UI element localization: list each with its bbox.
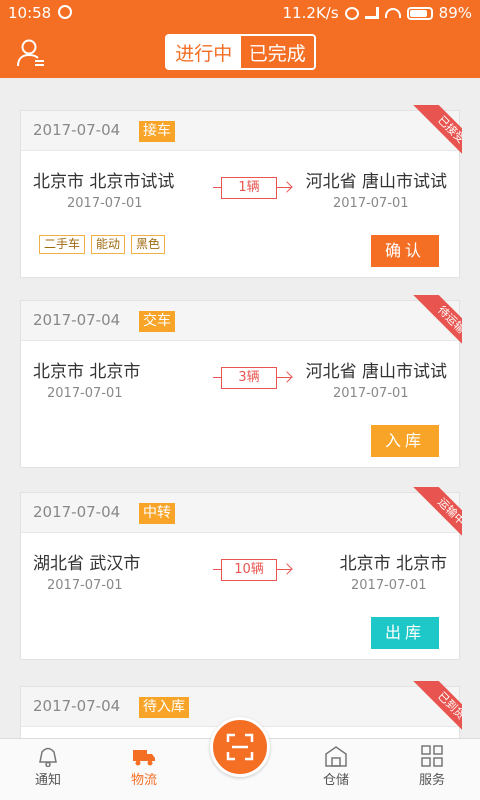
route-arrow: 1辆 [213, 177, 293, 199]
route-info: 北京市 北京市试试 2017-07-01 1辆 河北省 唐山市试试 2017-0… [21, 151, 459, 241]
destination-city: 河北省 唐山市试试 [305, 172, 447, 192]
message-icon [58, 5, 72, 19]
tab-completed[interactable]: 已完成 [241, 36, 315, 68]
property-tag: 二手车 [39, 235, 86, 254]
truck-icon [133, 750, 155, 766]
origin-date: 2017-07-01 [47, 386, 123, 401]
order-type-tag: 待入库 [139, 697, 189, 718]
order-type-tag: 交车 [139, 311, 175, 332]
property-tag: 能动 [91, 235, 126, 254]
stock-in-button[interactable]: 入库 [371, 425, 439, 457]
nav-item-service[interactable]: 服务 [402, 745, 462, 788]
order-date: 2017-07-04 [33, 697, 121, 715]
nav-item-notice[interactable]: 通知 [18, 745, 78, 788]
destination-date: 2017-07-01 [333, 196, 409, 211]
nav-label: 通知 [34, 773, 61, 788]
order-date: 2017-07-04 [33, 121, 121, 139]
nav-item-logistics[interactable]: 物流 [114, 745, 174, 788]
nav-item-warehouse[interactable]: 仓储 [306, 745, 366, 788]
order-type-tag: 接车 [139, 121, 175, 142]
destination-date: 2017-07-01 [333, 386, 409, 401]
origin-city: 北京市 北京市试试 [33, 172, 175, 192]
nav-label: 仓储 [322, 773, 349, 788]
app-header: 进行中 已完成 [0, 26, 480, 78]
battery-icon [406, 6, 433, 20]
tab-in-progress[interactable]: 进行中 [167, 36, 241, 68]
network-speed: 11.2K/s [282, 4, 339, 22]
property-tag: 黑色 [131, 235, 166, 254]
user-profile-icon[interactable] [16, 38, 46, 68]
order-type-tag: 中转 [139, 503, 175, 524]
order-card-header: 2017-07-04 中转 运输中 [21, 487, 462, 547]
scan-button[interactable] [210, 717, 270, 777]
origin-date: 2017-07-01 [47, 578, 123, 593]
vehicle-count: 1辆 [221, 177, 277, 199]
confirm-button[interactable]: 确认 [371, 235, 439, 267]
route-info: 湖北省 武汉市 2017-07-01 10辆 北京市 北京市 2017-07-0… [21, 533, 459, 623]
vehicle-properties: 二手车 能动 黑色 [39, 235, 166, 254]
destination-date: 2017-07-01 [351, 578, 427, 593]
warehouse-icon [325, 746, 347, 767]
origin-city: 北京市 北京市 [33, 362, 141, 382]
status-ribbon: 已到货 [402, 681, 462, 738]
arrow-head-icon [281, 563, 293, 575]
bottom-navigation: 通知 物流 仓储 服务 [0, 717, 480, 800]
nav-label: 物流 [130, 773, 157, 788]
vehicle-count: 3辆 [221, 367, 277, 389]
alarm-icon [344, 6, 359, 20]
grid-icon [421, 745, 443, 767]
battery-percent: 89% [438, 4, 472, 22]
order-card[interactable]: 2017-07-04 中转 运输中 湖北省 武汉市 2017-07-01 10辆… [20, 487, 462, 660]
stock-out-button[interactable]: 出库 [371, 617, 439, 649]
origin-city: 湖北省 武汉市 [33, 554, 141, 574]
route-arrow: 10辆 [213, 559, 293, 581]
route-arrow: 3辆 [213, 367, 293, 389]
route-info: 北京市 北京市 2017-07-01 3辆 河北省 唐山市试试 2017-07-… [21, 341, 459, 431]
order-card[interactable]: 2017-07-04 接车 已接受 北京市 北京市试试 2017-07-01 1… [20, 105, 462, 278]
destination-city: 河北省 唐山市试试 [305, 362, 447, 382]
status-time: 10:58 [8, 4, 52, 22]
arrow-head-icon [281, 181, 293, 193]
scan-icon [226, 733, 254, 761]
origin-date: 2017-07-01 [67, 196, 143, 211]
status-segment-control: 进行中 已完成 [165, 34, 316, 70]
order-list[interactable]: 2017-07-04 接车 已接受 北京市 北京市试试 2017-07-01 1… [0, 78, 480, 738]
order-card-header: 2017-07-04 交车 待运输 [21, 295, 462, 355]
signal-icon [364, 7, 379, 19]
status-ribbon-label: 已到货 [412, 681, 462, 738]
vehicle-count: 10辆 [221, 559, 277, 581]
destination-city: 北京市 北京市 [339, 554, 447, 574]
nav-label: 服务 [418, 773, 445, 788]
bell-icon [39, 747, 57, 767]
battery-fill [409, 9, 428, 17]
order-card[interactable]: 2017-07-04 交车 待运输 北京市 北京市 2017-07-01 3辆 … [20, 295, 462, 468]
arrow-head-icon [281, 371, 293, 383]
order-date: 2017-07-04 [33, 311, 121, 329]
order-date: 2017-07-04 [33, 503, 121, 521]
wifi-icon [384, 8, 401, 18]
status-bar: 10:58 11.2K/s 89% [0, 0, 480, 26]
status-right: 11.2K/s 89% [283, 4, 472, 22]
order-card-header: 2017-07-04 接车 已接受 [21, 105, 462, 165]
